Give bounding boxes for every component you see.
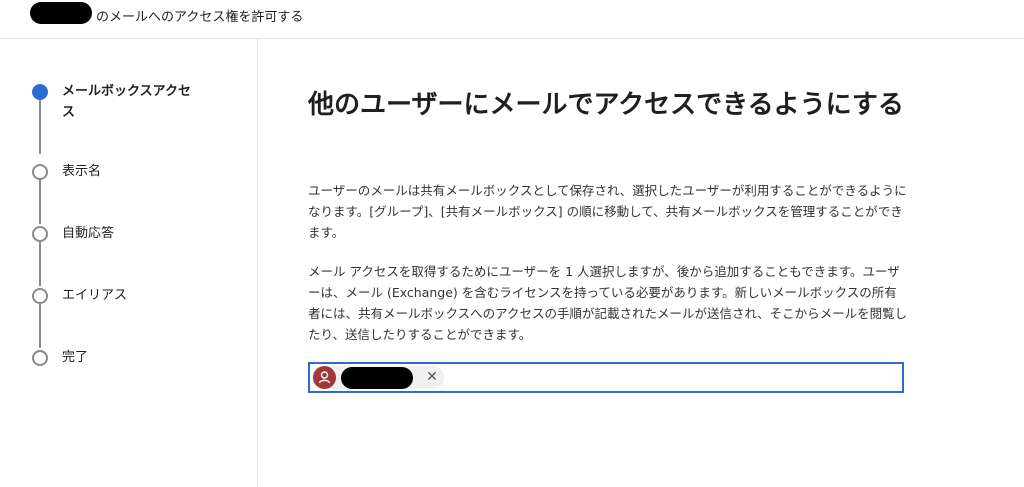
step-indicator-finish (32, 350, 48, 366)
redacted-user-name (30, 2, 92, 24)
step-label-auto-reply[interactable]: 自動応答 (62, 223, 202, 244)
selected-user-chip[interactable]: ✕ (312, 366, 444, 389)
description-paragraph-1: ユーザーのメールは共有メールボックスとして保存され、選択したユーザーが利用するこ… (308, 183, 907, 240)
step-indicator-auto-reply (32, 226, 48, 242)
step-connector (39, 100, 41, 154)
step-indicator-mailbox-access (32, 84, 48, 100)
step-label-alias[interactable]: エイリアス (62, 285, 202, 306)
panel-title: のメールへのアクセス権を許可する (96, 10, 304, 25)
step-connector (39, 180, 41, 224)
wizard-step-list: メールボックスアクセス 表示名 自動応答 エイリアス 完了 (0, 39, 258, 487)
redacted-user-name (341, 367, 413, 389)
header-bar: のメールへのアクセス権を許可する (0, 0, 1024, 39)
step-connector (39, 304, 41, 348)
remove-user-icon[interactable]: ✕ (422, 366, 442, 389)
step-label-mailbox-access[interactable]: メールボックスアクセス (62, 81, 202, 123)
description-paragraph-2: メール アクセスを取得するためにユーザーを 1 人選択しますが、後から追加するこ… (308, 264, 908, 342)
step-label-display-name[interactable]: 表示名 (62, 161, 202, 182)
step-connector (39, 242, 41, 286)
person-icon (318, 371, 331, 384)
step-indicator-display-name (32, 164, 48, 180)
step-label-finish[interactable]: 完了 (62, 347, 202, 368)
page-title: 他のユーザーにメールでアクセスできるようにする (308, 90, 904, 120)
user-picker-input[interactable]: ✕ (308, 362, 904, 393)
avatar (313, 366, 336, 389)
step-indicator-alias (32, 288, 48, 304)
